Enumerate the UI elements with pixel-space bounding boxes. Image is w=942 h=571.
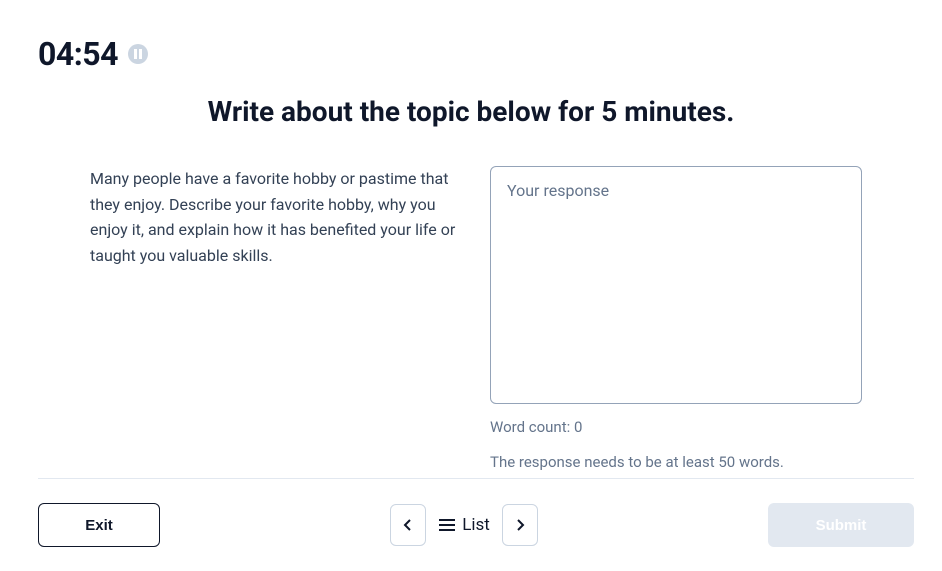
list-button[interactable]: List [438, 515, 490, 535]
page-heading: Write about the topic below for 5 minute… [0, 95, 942, 128]
exit-button[interactable]: Exit [38, 503, 160, 547]
timer-value: 04:54 [38, 35, 118, 73]
list-icon [438, 518, 456, 532]
prev-button[interactable] [390, 504, 426, 546]
chevron-left-icon [400, 517, 416, 533]
word-count: Word count: 0 [490, 416, 862, 439]
prompt-text: Many people have a favorite hobby or pas… [90, 166, 462, 268]
pause-icon [134, 49, 142, 59]
next-button[interactable] [502, 504, 538, 546]
min-words-message: The response needs to be at least 50 wor… [490, 451, 862, 474]
word-count-label: Word count: [490, 418, 574, 436]
list-label: List [462, 515, 490, 535]
word-count-value: 0 [574, 418, 582, 436]
response-textarea[interactable] [490, 166, 862, 404]
pause-button[interactable] [128, 44, 148, 64]
submit-button[interactable]: Submit [768, 503, 914, 547]
chevron-right-icon [512, 517, 528, 533]
